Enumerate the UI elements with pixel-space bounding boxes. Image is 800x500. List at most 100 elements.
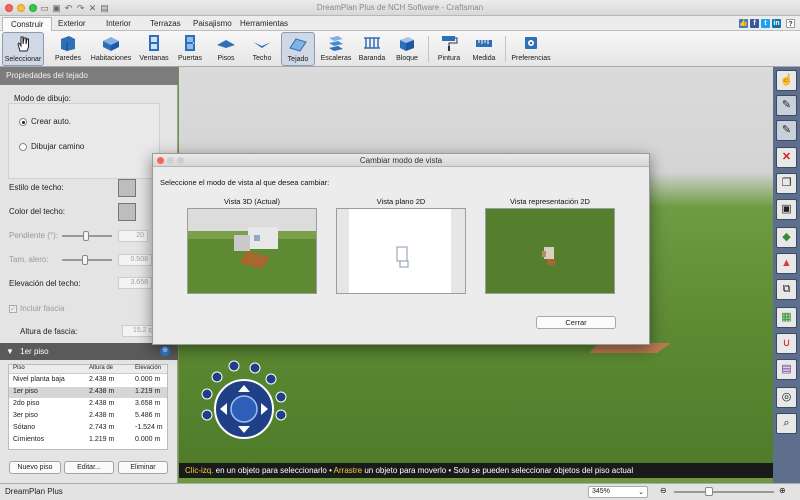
window-title: DreamPlan Plus de NCH Software - Craftsm… [316,3,484,12]
tool-preferencias[interactable]: Preferencias [510,32,552,66]
view-3d-icon[interactable]: ▣ [776,199,797,220]
edit-floor-button[interactable]: Editar... [64,461,114,474]
table-row[interactable]: Cimientos 1.219 m 0.000 m [9,435,167,446]
tool-pintura[interactable]: Pintura [434,32,464,66]
new-floor-button[interactable]: Nuevo piso [9,461,61,474]
roof-color-swatch[interactable] [118,203,136,221]
col-header: Altura de [89,365,114,371]
delete-icon[interactable]: ✕ [776,147,797,168]
view-3d-thumbnail [188,209,316,293]
fascia-height-field[interactable]: 15.2 c [122,325,156,337]
orbit-icon[interactable] [201,388,213,400]
radio-auto[interactable] [19,118,27,126]
zoom-in-icon[interactable] [249,362,261,374]
roof-style-swatch[interactable] [118,179,136,197]
pitch-field[interactable]: 20 [118,230,148,242]
grid-icon[interactable]: ▦ [776,307,797,328]
rotate-icon[interactable] [211,371,223,383]
radio-path[interactable] [19,143,27,151]
zoom-slider[interactable] [674,491,774,493]
linkedin-icon[interactable]: in [772,19,781,28]
delete-floor-button[interactable]: Eliminar [118,461,168,474]
tool-tejado[interactable]: Tejado [281,32,315,66]
tilt-up-icon[interactable] [275,391,287,403]
tool-baranda[interactable]: Baranda [357,32,387,66]
tab-exterior[interactable]: Exterior [50,17,94,31]
like-icon[interactable]: 👍 [739,19,748,28]
floors-options-icon[interactable]: ⊕ [160,346,170,356]
dialog-close-button[interactable] [157,157,164,164]
zoom-select[interactable]: 345% ⌄ [588,486,648,498]
shapes-icon[interactable]: ▲ [776,253,797,274]
terrain-icon[interactable]: ◆ [776,227,797,248]
tool-bloque[interactable]: Bloque [392,32,422,66]
tool-escaleras[interactable]: Escaleras [319,32,353,66]
view-render-option[interactable] [485,208,615,294]
toolbar-separator [428,36,429,62]
tool-paredes[interactable]: Paredes [52,32,84,66]
floor-name: Cimientos [13,436,45,443]
zoom-out-icon[interactable]: ⊖ [660,486,667,495]
draw-mode-group: Crear auto. Dibujar camino [8,103,160,179]
hint-drag: Arrastre [333,466,363,475]
tool-techo[interactable]: Techo [248,32,276,66]
close-button[interactable]: Cerrar [536,316,616,329]
hand-icon[interactable]: ☝ [776,70,797,91]
tool-puertas[interactable]: Puertas [174,32,206,66]
tool-habitaciones[interactable]: Habitaciones [88,32,134,66]
navigation-control[interactable] [214,379,274,439]
floor-height: 1.219 m [89,436,115,443]
fascia-checkbox[interactable]: ✓ [9,305,17,313]
edit-icon[interactable]: ✎ [776,120,797,141]
magnet-icon[interactable]: ∪ [776,333,797,354]
copy-icon[interactable]: ❐ [776,173,797,194]
help-icon[interactable]: ? [786,19,795,28]
camera-icon[interactable] [265,373,277,385]
radio-auto-label: Crear auto. [31,117,72,126]
floor-elevation: 0.000 m [135,436,161,443]
tool-medida[interactable]: Medida [469,32,499,66]
walk-icon[interactable] [201,409,213,421]
chevron-down-icon: ⌄ [638,489,644,496]
measure-3d-icon[interactable]: ⧉ [776,279,797,300]
zoom-out-icon[interactable] [228,360,240,372]
pencil-icon[interactable]: ✎ [776,95,797,116]
tool-pisos[interactable]: Pisos [212,32,240,66]
dialog-prompt: Seleccione el modo de vista al que desea… [160,178,330,187]
view-plan-option[interactable] [336,208,466,294]
view-plan-label: Vista plano 2D [376,197,426,206]
facebook-icon[interactable]: f [750,19,759,28]
table-row[interactable]: Sótano 2.743 m -1.524 m [9,423,167,434]
zoom-in-icon[interactable]: ⊕ [779,486,786,495]
tab-construir[interactable]: Construir [2,17,53,31]
floors-header[interactable]: ▼ 1er piso ⊕ [0,343,178,360]
tab-herramientas[interactable]: Herramientas [232,17,296,31]
zoom-slider-thumb[interactable] [705,487,713,496]
table-row[interactable]: 3er piso 2.438 m 5.486 m [9,411,167,422]
tool-ventanas[interactable]: Ventanas [138,32,170,66]
view-3d-option[interactable] [187,208,317,294]
compass-icon[interactable]: ◎ [776,387,797,408]
toolbar-separator [505,36,506,62]
eave-slider-thumb[interactable] [82,255,88,265]
table-row[interactable]: 2do piso 2.438 m 3.658 m [9,399,167,410]
eave-field[interactable]: 0.508 [118,254,152,266]
tilt-down-icon[interactable] [275,409,287,421]
tool-label: Paredes [54,55,82,62]
floor-height: 2.438 m [89,400,115,407]
preferences-icon [525,37,537,49]
table-row[interactable]: Nivel planta baja 2.438 m 0.000 m [9,375,167,386]
tab-interior[interactable]: Interior [98,17,139,31]
tool-seleccionar[interactable]: Seleccionar [2,32,44,66]
railing-icon [364,37,380,49]
pitch-slider-thumb[interactable] [83,231,89,241]
view-render-label: Vista representación 2D [510,197,590,206]
table-row[interactable]: 1er piso 2.438 m 1.219 m [9,387,167,398]
calendar-icon[interactable]: ▤ [776,359,797,380]
twitter-icon[interactable]: t [761,19,770,28]
screenshot-icon[interactable]: ⌕ [776,413,797,434]
tab-terrazas[interactable]: Terrazas [142,17,189,31]
elevation-field[interactable]: 3.658 [118,277,152,289]
stairs-icon [329,36,343,51]
floors-header-label: 1er piso [20,347,49,356]
